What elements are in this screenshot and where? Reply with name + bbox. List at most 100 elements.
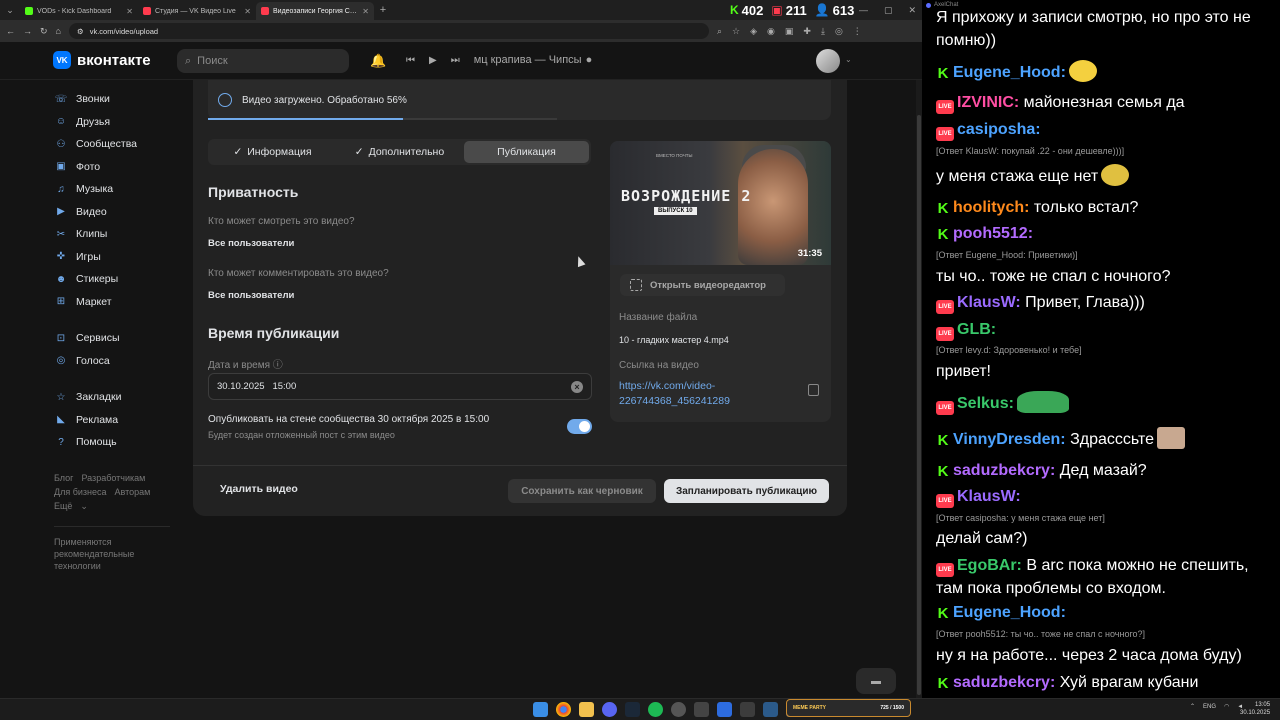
wifi-icon[interactable]: ◠: [1224, 703, 1229, 710]
reload-icon[interactable]: ↻: [40, 26, 48, 37]
tab-vk-videos[interactable]: Видеозаписи Георгия Смида ✕: [256, 2, 374, 20]
discord-icon[interactable]: [602, 702, 617, 717]
schedule-publication-button[interactable]: Запланировать публикацию: [664, 479, 829, 503]
windows-start-icon[interactable]: [533, 702, 548, 717]
chrome-icon[interactable]: [556, 702, 571, 717]
puzzle-icon[interactable]: ✚: [803, 26, 811, 37]
sidebar-item-label: Звонки: [76, 93, 110, 106]
notifications-bell-icon[interactable]: 🔔: [370, 53, 386, 69]
footer-link-more[interactable]: Ещё: [54, 501, 72, 511]
sidebar-item-ads[interactable]: ◣ Реклама: [54, 409, 174, 432]
footer-link-developers[interactable]: Разработчикам: [81, 473, 145, 483]
taskbar-clock[interactable]: 13:05 30.10.2025: [1240, 701, 1270, 717]
tab-additional[interactable]: ✓ Дополнительно: [337, 141, 462, 163]
zoom-icon[interactable]: ⌕: [717, 26, 722, 37]
close-icon[interactable]: ✕: [362, 7, 369, 16]
tab-search-icon[interactable]: ⌄: [0, 0, 20, 20]
language-indicator[interactable]: ENG: [1203, 704, 1216, 710]
save-draft-button[interactable]: Сохранить как черновик: [508, 479, 656, 503]
sidebar-item-music[interactable]: ♫ Музыка: [54, 178, 174, 201]
sidebar-item-votes[interactable]: ◎ Голоса: [54, 350, 174, 373]
maximize-icon[interactable]: ▢: [884, 5, 893, 16]
total-viewers: 👤 613: [815, 3, 855, 18]
close-window-icon[interactable]: ✕: [908, 5, 916, 16]
sidebar-item-bookmarks[interactable]: ☆ Закладки: [54, 386, 174, 409]
tab-information[interactable]: ✓ Информация: [210, 141, 335, 163]
tab-publication[interactable]: Публикация: [464, 141, 589, 163]
download-icon[interactable]: ⤓: [821, 26, 825, 37]
app-icon[interactable]: [671, 702, 686, 717]
extension-icon[interactable]: ▣: [785, 26, 794, 37]
extension-icon[interactable]: ◈: [750, 26, 757, 37]
new-tab-button[interactable]: +: [374, 4, 392, 16]
question-icon[interactable]: ⓘ: [273, 360, 283, 371]
live-icon: LIVE: [936, 127, 954, 141]
url-input[interactable]: ⚙ vk.com/video/upload: [68, 23, 709, 39]
meme-party-widget[interactable]: MEME PARTY 725 / 1500: [786, 699, 911, 717]
sidebar-item-video[interactable]: ▶ Видео: [54, 201, 174, 224]
search-input[interactable]: ⌕ Поиск: [177, 49, 349, 73]
spotify-icon[interactable]: [648, 702, 663, 717]
chat-message: LIVE casiposha:: [936, 118, 1276, 141]
delete-video-button[interactable]: Удалить видео: [220, 483, 298, 495]
vk-logo[interactable]: VK вконтакте: [53, 51, 151, 69]
chevron-down-icon[interactable]: ⌄: [80, 501, 88, 511]
close-icon[interactable]: ✕: [126, 7, 133, 16]
datetime-input[interactable]: 30.10.2025 15:00 ×: [208, 373, 592, 400]
minimize-icon[interactable]: —: [859, 5, 868, 15]
footer-link-business[interactable]: Для бизнеса: [54, 487, 107, 497]
profile-icon[interactable]: ◎: [835, 26, 843, 37]
menu-kebab-icon[interactable]: ⋮: [853, 26, 862, 37]
sidebar-item-communities[interactable]: ⚇ Сообщества: [54, 133, 174, 156]
footer-link-authors[interactable]: Авторам: [115, 487, 151, 497]
video-duration: 31:35: [797, 248, 822, 259]
widget-value: 725 / 1500: [880, 705, 904, 711]
back-icon[interactable]: ←: [6, 26, 15, 36]
chevron-up-icon[interactable]: ⌃: [1190, 703, 1195, 710]
chat-bubble-icon[interactable]: ▬: [856, 668, 896, 694]
app-icon[interactable]: [740, 702, 755, 717]
video-thumbnail[interactable]: ВМЕСТО ПОЧТЫ ВОЗРОЖДЕНИЕ 2 ВЫПУСК 10 31:…: [610, 141, 831, 265]
scrollbar-thumb[interactable]: [917, 115, 921, 695]
footer-link-blog[interactable]: Блог: [54, 473, 73, 483]
sidebar-item-calls[interactable]: ☏ Звонки: [54, 88, 174, 111]
who-can-watch-select[interactable]: Все пользователи: [208, 238, 294, 249]
previous-track-icon[interactable]: ⏮: [406, 55, 415, 66]
sidebar-item-friends[interactable]: ☺ Друзья: [54, 111, 174, 134]
home-icon[interactable]: ⌂: [56, 26, 61, 36]
avatar[interactable]: [816, 49, 840, 73]
now-playing[interactable]: мц крапива — Чипсы ●: [474, 54, 593, 66]
tab-kick-dashboard[interactable]: VODs - Kick Dashboard ✕: [20, 2, 138, 20]
app-icon: [926, 2, 931, 8]
chevron-down-icon[interactable]: ⌄: [845, 55, 852, 64]
sidebar-item-games[interactable]: ✜ Игры: [54, 246, 174, 269]
app-icon[interactable]: [694, 702, 709, 717]
next-track-icon[interactable]: ⏭: [451, 55, 460, 66]
app-icon[interactable]: [717, 702, 732, 717]
app-icon[interactable]: [763, 702, 778, 717]
folder-icon[interactable]: [579, 702, 594, 717]
wall-post-toggle[interactable]: [567, 419, 592, 434]
sidebar-item-photos[interactable]: ▣ Фото: [54, 156, 174, 179]
sidebar-item-label: Голоса: [76, 354, 110, 367]
recommendation-note[interactable]: Применяются рекомендательные технологии: [54, 536, 174, 572]
extension-icon[interactable]: ◉: [767, 26, 775, 37]
sidebar-item-stickers[interactable]: ☻ Стикеры: [54, 268, 174, 291]
site-info-icon[interactable]: ⚙: [77, 27, 84, 36]
video-link[interactable]: https://vk.com/video- 226744368_45624128…: [619, 379, 789, 409]
sidebar-item-help[interactable]: ? Помощь: [54, 431, 174, 454]
tab-vk-studio[interactable]: Студия — VK Видео Live ✕: [138, 2, 256, 20]
sidebar-item-market[interactable]: ⊞ Маркет: [54, 291, 174, 314]
sidebar-item-services[interactable]: ⊡ Сервисы: [54, 327, 174, 350]
forward-icon[interactable]: →: [23, 26, 32, 36]
steam-icon[interactable]: [625, 702, 640, 717]
play-icon[interactable]: ▶: [429, 55, 437, 66]
close-icon[interactable]: ✕: [244, 7, 251, 16]
open-video-editor-button[interactable]: Открыть видеоредактор: [620, 274, 785, 296]
sidebar-item-clips[interactable]: ✂ Клипы: [54, 223, 174, 246]
who-can-comment-select[interactable]: Все пользователи: [208, 290, 294, 301]
clear-icon[interactable]: ×: [571, 380, 583, 393]
bookmark-star-icon[interactable]: ☆: [732, 26, 740, 37]
tab-label: Публикация: [497, 146, 556, 158]
copy-icon[interactable]: [808, 384, 819, 396]
